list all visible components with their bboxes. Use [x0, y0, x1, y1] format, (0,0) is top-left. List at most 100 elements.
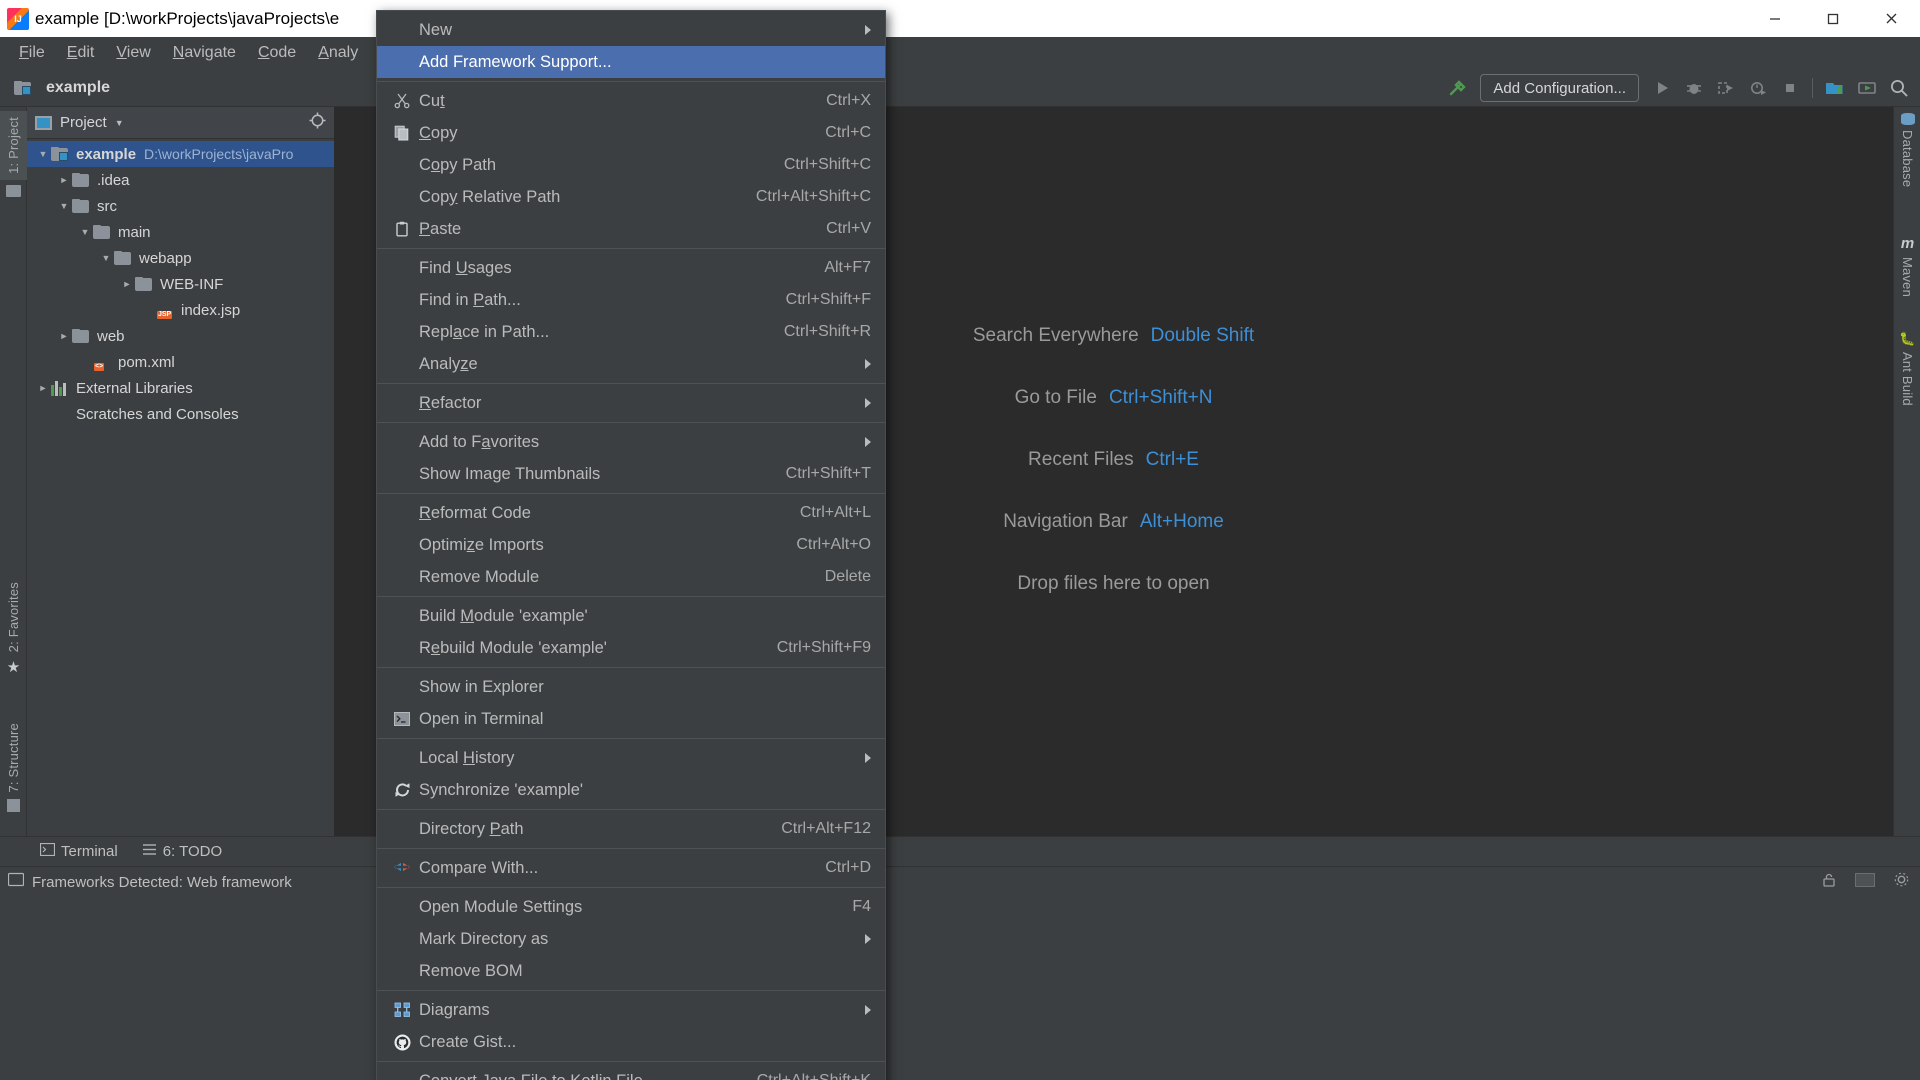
close-icon[interactable]: [1862, 0, 1920, 37]
menu-item-icon-placeholder: [391, 354, 413, 374]
tree-row[interactable]: ▼ webapp: [27, 245, 334, 271]
ant-build-icon: 🐛: [1899, 331, 1916, 346]
tree-row[interactable]: ► External Libraries: [27, 375, 334, 401]
menu-item-icon-placeholder: [391, 748, 413, 768]
context-menu-item-cut[interactable]: Cut Ctrl+X: [377, 85, 885, 117]
context-menu-item-reformat-code[interactable]: Reformat Code Ctrl+Alt+L: [377, 497, 885, 529]
menubar-item-file[interactable]: File: [8, 41, 56, 65]
maximize-icon[interactable]: [1804, 0, 1862, 37]
minimize-icon[interactable]: [1746, 0, 1804, 37]
tree-row[interactable]: ▼ main: [27, 219, 334, 245]
context-menu-item-add-framework-support[interactable]: Add Framework Support...: [377, 46, 885, 78]
toolbar-divider: [1812, 78, 1813, 98]
remote-run-icon[interactable]: [1852, 74, 1882, 102]
context-menu-item-diagrams[interactable]: Diagrams: [377, 994, 885, 1026]
menubar-item-edit[interactable]: Edit: [56, 41, 106, 65]
context-menu-item-find-in-path[interactable]: Find in Path... Ctrl+Shift+F: [377, 284, 885, 316]
project-tool-window: Project ▼ ▼ example D:\workProjects\javaPr…: [27, 107, 334, 836]
sidebar-item-maven[interactable]: m Maven: [1894, 235, 1920, 297]
context-menu-item-label: Copy: [419, 123, 458, 142]
context-menu-item-local-history[interactable]: Local History: [377, 742, 885, 774]
tree-row[interactable]: JSP index.jsp: [27, 297, 334, 323]
context-menu-item-optimize-imports[interactable]: Optimize Imports Ctrl+Alt+O: [377, 529, 885, 561]
add-configuration-button[interactable]: Add Configuration...: [1480, 74, 1639, 102]
tree-row[interactable]: Scratches and Consoles: [27, 401, 334, 427]
sidebar-item-database[interactable]: Database: [1894, 113, 1920, 187]
context-menu-item-create-gist[interactable]: Create Gist...: [377, 1026, 885, 1058]
tree-row[interactable]: ► WEB-INF: [27, 271, 334, 297]
search-everywhere-icon[interactable]: [1884, 74, 1914, 102]
menubar-item-code[interactable]: Code: [247, 41, 307, 65]
profile-icon[interactable]: [1743, 74, 1773, 102]
memory-indicator-icon[interactable]: [1855, 872, 1875, 892]
context-menu-item-remove-module[interactable]: Remove Module Delete: [377, 561, 885, 593]
chevron-down-icon[interactable]: ▼: [77, 227, 93, 237]
context-menu-item-synchronize-example[interactable]: Synchronize 'example': [377, 774, 885, 806]
bottom-item-terminal[interactable]: Terminal: [28, 837, 130, 867]
debug-icon[interactable]: [1679, 74, 1709, 102]
context-menu-item-show-in-explorer[interactable]: Show in Explorer: [377, 671, 885, 703]
editor-hint-text: Navigation Bar: [1003, 511, 1128, 532]
context-menu-item-find-usages[interactable]: Find Usages Alt+F7: [377, 252, 885, 284]
sidebar-item-project[interactable]: 1: Project: [0, 111, 27, 180]
sidebar-item-favorites[interactable]: 2: Favorites ★: [0, 582, 27, 676]
tree-row[interactable]: ► .idea: [27, 167, 334, 193]
context-menu-item-copy[interactable]: Copy Ctrl+C: [377, 117, 885, 149]
context-menu-item-show-image-thumbnails[interactable]: Show Image Thumbnails Ctrl+Shift+T: [377, 458, 885, 490]
context-menu-item-open-module-settings[interactable]: Open Module Settings F4: [377, 891, 885, 923]
sidebar-item-structure-folder[interactable]: [0, 185, 27, 197]
context-menu-item-copy-relative-path[interactable]: Copy Relative Path Ctrl+Alt+Shift+C: [377, 181, 885, 213]
context-menu-item-open-in-terminal[interactable]: Open in Terminal: [377, 703, 885, 735]
context-menu-item-paste[interactable]: Paste Ctrl+V: [377, 213, 885, 245]
context-menu-item-mark-directory-as[interactable]: Mark Directory as: [377, 923, 885, 955]
sidebar-item-ant-build[interactable]: 🐛 Ant Build: [1894, 331, 1920, 406]
tree-item-label: WEB-INF: [160, 275, 224, 293]
chevron-down-icon[interactable]: ▼: [98, 253, 114, 263]
chevron-right-icon[interactable]: ►: [56, 175, 72, 185]
menubar-item-view[interactable]: View: [105, 41, 161, 65]
structure-icon: [7, 798, 20, 812]
hammer-icon[interactable]: [1442, 74, 1472, 102]
context-menu-item-copy-path[interactable]: Copy Path Ctrl+Shift+C: [377, 149, 885, 181]
settings-gear-icon[interactable]: [1893, 871, 1910, 893]
chevron-down-icon[interactable]: ▼: [115, 118, 124, 128]
chevron-down-icon[interactable]: ▼: [35, 149, 51, 159]
bottom-item-todo[interactable]: 6: TODO: [130, 837, 234, 867]
breadcrumb[interactable]: example: [14, 79, 110, 97]
chevron-right-icon[interactable]: ►: [119, 279, 135, 289]
context-menu-item-compare-with[interactable]: Compare With... Ctrl+D: [377, 852, 885, 884]
menubar-item-analy[interactable]: Analy: [307, 41, 369, 65]
chevron-down-icon[interactable]: ▼: [56, 201, 72, 211]
update-project-icon[interactable]: [1820, 74, 1850, 102]
context-menu-item-build-module-example[interactable]: Build Module 'example': [377, 600, 885, 632]
tree-row[interactable]: ► web: [27, 323, 334, 349]
run-icon[interactable]: [1647, 74, 1677, 102]
tree-row[interactable]: ▼ src: [27, 193, 334, 219]
context-menu-item-rebuild-module-example[interactable]: Rebuild Module 'example' Ctrl+Shift+F9: [377, 632, 885, 664]
chevron-right-icon[interactable]: ►: [56, 331, 72, 341]
tree-row[interactable]: ▼ example D:\workProjects\javaPro: [27, 141, 334, 167]
status-bar: Frameworks Detected: Web framework: [0, 866, 1920, 897]
sidebar-item-structure[interactable]: 7: Structure: [0, 723, 27, 812]
menu-item-icon-placeholder: [391, 567, 413, 587]
project-panel-header: Project ▼: [27, 107, 334, 139]
menu-item-icon-placeholder: [391, 393, 413, 413]
menubar-item-navigate[interactable]: Navigate: [162, 41, 247, 65]
locate-target-icon[interactable]: [309, 112, 326, 134]
status-message[interactable]: Frameworks Detected: Web framework: [32, 874, 292, 891]
context-menu-item-label: Build Module 'example': [419, 606, 588, 625]
context-menu-item-replace-in-path[interactable]: Replace in Path... Ctrl+Shift+R: [377, 316, 885, 348]
context-menu-item-analyze[interactable]: Analyze: [377, 348, 885, 380]
chevron-right-icon[interactable]: ►: [35, 383, 51, 393]
folder-icon: [72, 328, 91, 344]
context-menu-item-directory-path[interactable]: Directory Path Ctrl+Alt+F12: [377, 813, 885, 845]
run-with-coverage-icon[interactable]: [1711, 74, 1741, 102]
tree-row[interactable]: <> pom.xml: [27, 349, 334, 375]
context-menu-item-new[interactable]: New: [377, 14, 885, 46]
context-menu-item-remove-bom[interactable]: Remove BOM: [377, 955, 885, 987]
context-menu-item-add-to-favorites[interactable]: Add to Favorites: [377, 426, 885, 458]
lock-icon[interactable]: [1821, 872, 1837, 893]
stop-icon[interactable]: [1775, 74, 1805, 102]
context-menu-item-refactor[interactable]: Refactor: [377, 387, 885, 419]
context-menu-item-convert-java-file-to-kotlin-file[interactable]: Convert Java File to Kotlin File Ctrl+Alt…: [377, 1065, 885, 1080]
